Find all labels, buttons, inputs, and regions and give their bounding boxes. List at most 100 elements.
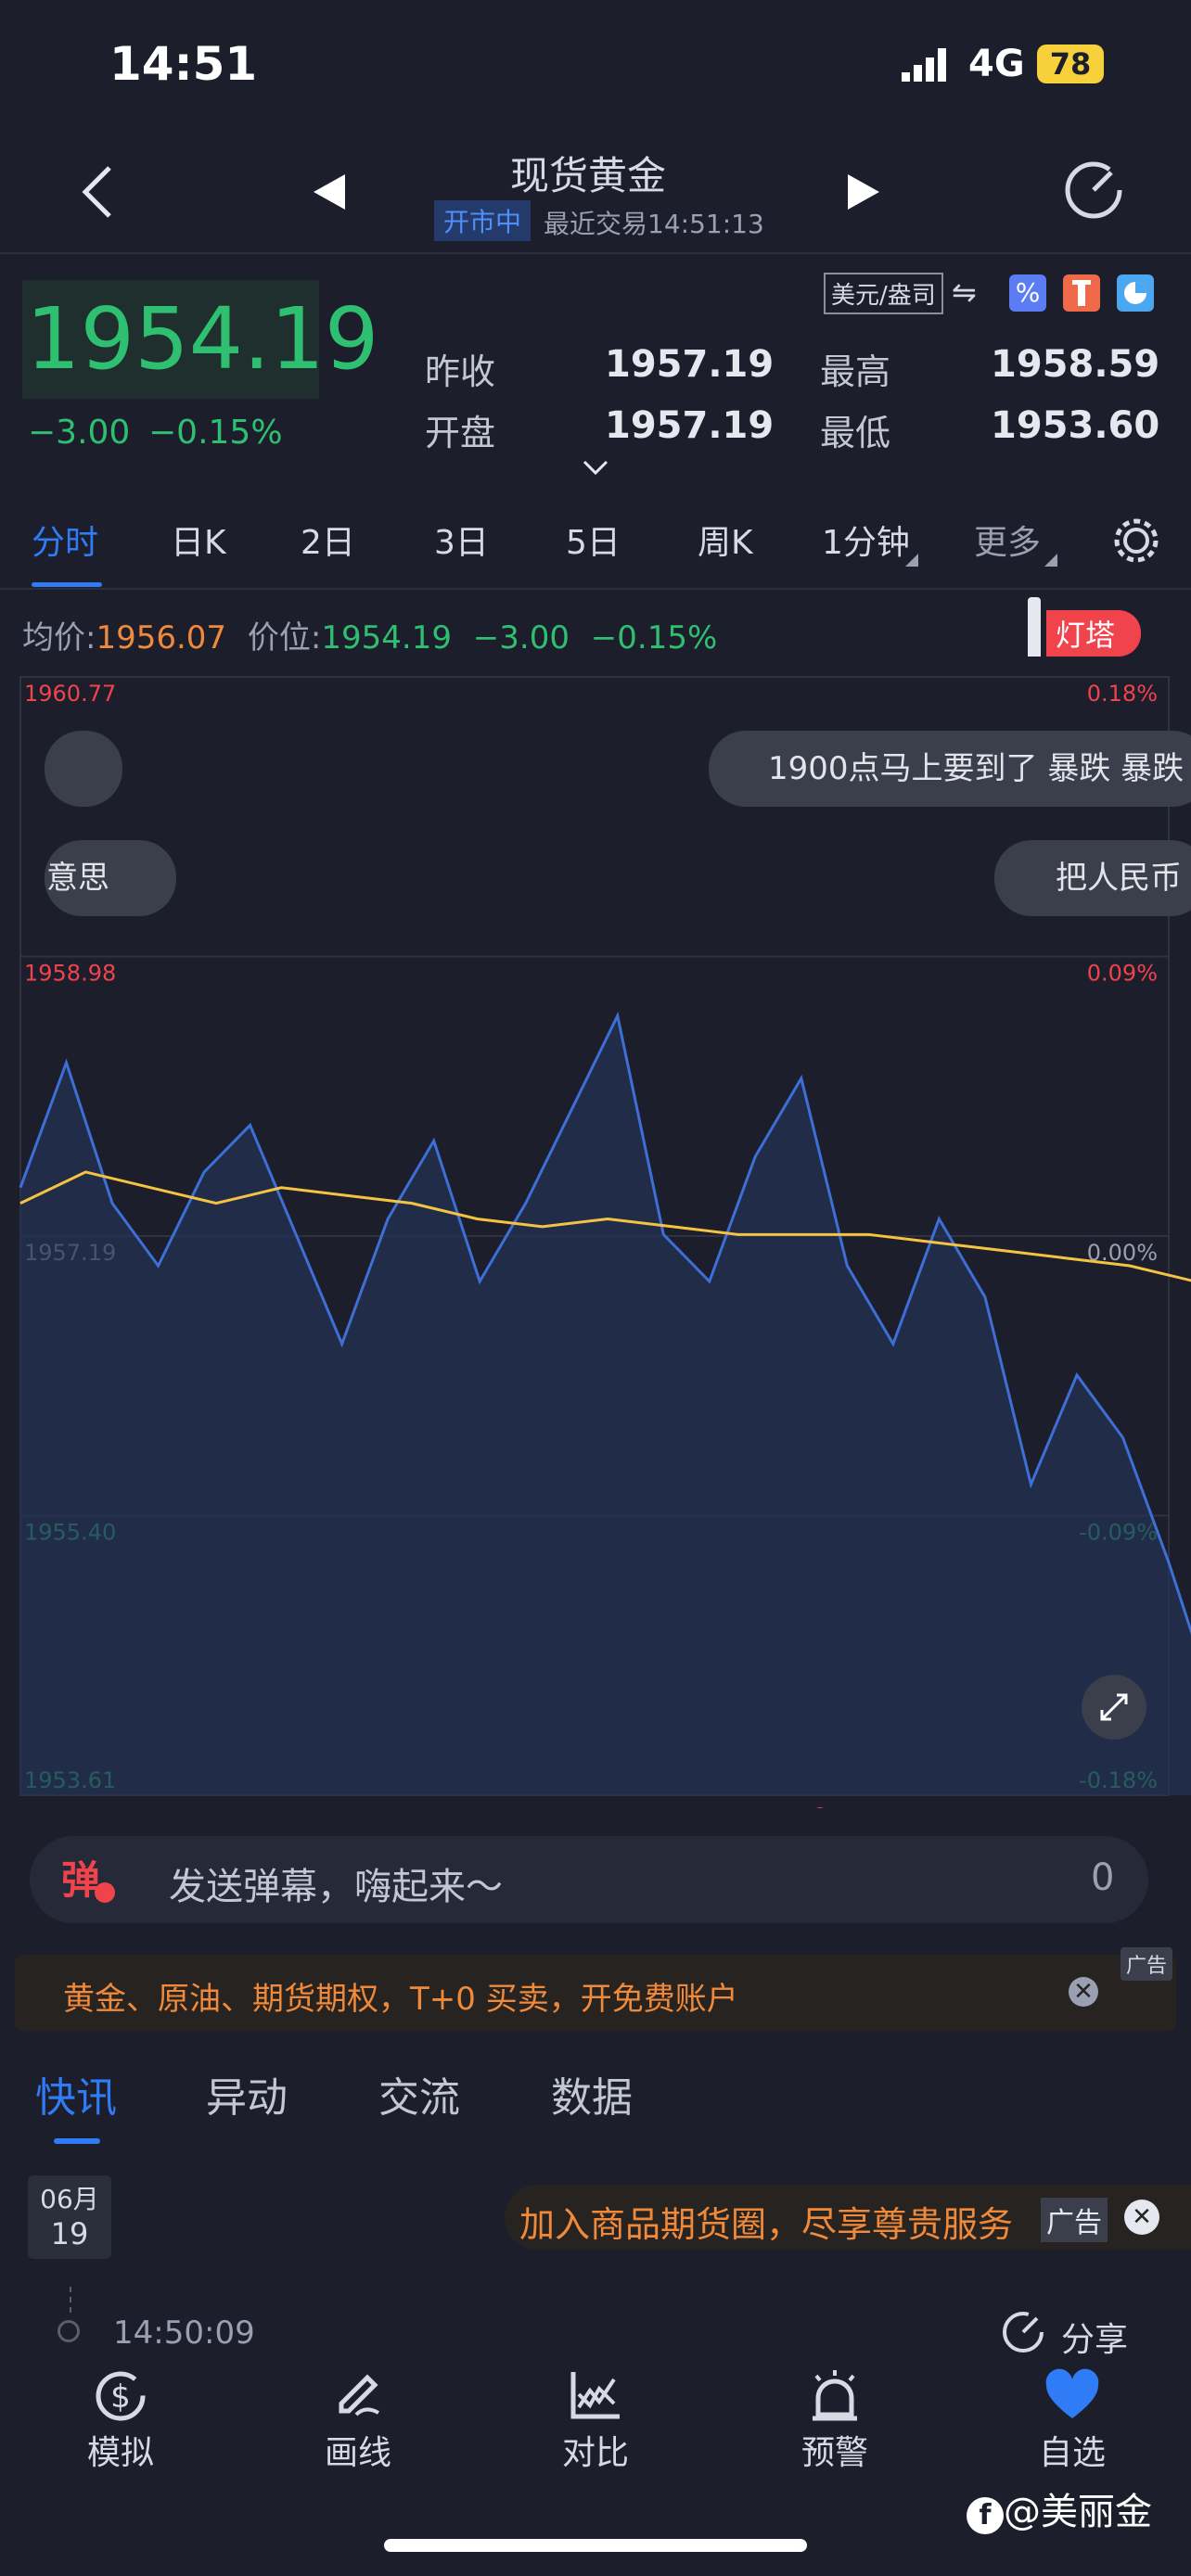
nav-draw-line-label: 画线 xyxy=(324,2434,391,2472)
market-status-badge: 开市中 xyxy=(434,200,531,241)
news-ad-close-icon[interactable]: ✕ xyxy=(1124,2200,1159,2235)
low-label: 最低 xyxy=(820,413,891,453)
svg-text:$: $ xyxy=(110,2378,131,2416)
prev-instrument-icon[interactable] xyxy=(312,172,349,211)
low-value: 1953.60 xyxy=(991,404,1160,447)
open-label: 开盘 xyxy=(425,413,496,453)
nav-draw-line[interactable]: 画线 xyxy=(293,2366,423,2474)
refresh-icon[interactable] xyxy=(1063,159,1124,221)
y-tick-label-right: 0.18% xyxy=(1087,681,1158,707)
danmaku-count: 0 xyxy=(1091,1856,1115,1899)
pen-icon xyxy=(339,2374,379,2417)
tab-intraday[interactable]: 分时 xyxy=(32,516,98,564)
news-tab-indicator xyxy=(54,2138,100,2144)
news-date-day: 19 xyxy=(50,2216,89,2251)
alarm-icon xyxy=(813,2370,857,2421)
nav-alert-label: 预警 xyxy=(800,2434,868,2472)
high-label: 最高 xyxy=(820,351,891,392)
y-tick-label-left: 1958.98 xyxy=(24,961,116,987)
news-tab-discussion[interactable]: 交流 xyxy=(378,2064,460,2123)
news-tab-data[interactable]: 数据 xyxy=(551,2064,633,2123)
nav-watchlist[interactable]: 自选 xyxy=(1007,2366,1137,2474)
nav-alert[interactable]: 预警 xyxy=(770,2366,900,2474)
y-tick-label-right: 0.09% xyxy=(1087,961,1158,987)
prev-close-label: 昨收 xyxy=(425,351,496,392)
tab-active-indicator xyxy=(32,582,102,587)
next-instrument-icon[interactable] xyxy=(844,172,881,211)
lighthouse-badge[interactable]: 灯塔 xyxy=(1028,597,1145,662)
tab-5day[interactable]: 5日 xyxy=(566,516,621,564)
ad-banner[interactable]: 黄金、原油、期货期权，T+0 买卖，开免费账户 ✕ 广告 xyxy=(15,1947,1176,2031)
nav-simulate[interactable]: $ 模拟 xyxy=(56,2366,186,2474)
lighthouse-tool-icon[interactable] xyxy=(1063,274,1100,312)
period-tabs: 分时 日K 2日 3日 5日 周K 1分钟 更多 xyxy=(0,516,1191,590)
last-trade-time: 最近交易14:51:13 xyxy=(544,209,764,239)
danmaku-bubble xyxy=(45,731,122,807)
open-value: 1957.19 xyxy=(605,404,775,447)
tab-more[interactable]: 更多 xyxy=(974,516,1041,564)
expand-arrows-icon xyxy=(1100,1693,1128,1721)
news-ad-text: 加入商品期货圈，尽享尊贵服务 xyxy=(519,2204,1014,2245)
news-ad-row[interactable]: 加入商品期货圈，尽享尊贵服务 广告 ✕ xyxy=(505,2185,1191,2250)
compare-chart-icon xyxy=(570,2372,620,2419)
heart-check-icon xyxy=(95,1882,115,1903)
news-tab-flash[interactable]: 快讯 xyxy=(35,2064,117,2123)
nav-compare-label: 对比 xyxy=(561,2434,629,2472)
avg-price-label: 均价: xyxy=(22,619,96,657)
event-marker-dot xyxy=(813,1807,826,1820)
tab-3day[interactable]: 3日 xyxy=(434,516,489,564)
expand-quote-chevron-icon[interactable] xyxy=(581,458,610,477)
price-area xyxy=(20,1015,1191,1795)
ad-tag: 广告 xyxy=(1121,1947,1173,1981)
pie-tool-icon[interactable] xyxy=(1117,274,1154,312)
news-time: 14:50:09 xyxy=(113,2315,255,2352)
network-label: 4G xyxy=(968,43,1025,85)
intraday-chart[interactable]: 1960.771958.981957.191955.401953.610.18%… xyxy=(0,668,1191,1844)
share-icon[interactable] xyxy=(1000,2309,1046,2355)
danmaku-bubble: 1900点马上要到了 暴跌 暴跌 xyxy=(709,731,1191,807)
status-time: 14:51 xyxy=(109,37,258,91)
currency-unit-selector[interactable]: 美元/盎司 xyxy=(824,273,943,314)
nav-compare[interactable]: 对比 xyxy=(531,2366,660,2474)
fullscreen-button[interactable] xyxy=(1082,1675,1146,1740)
share-label[interactable]: 分享 xyxy=(1061,2313,1128,2361)
danmaku-bubble: 把人民币 xyxy=(994,840,1191,916)
tab-weekly-k[interactable]: 周K xyxy=(698,516,753,564)
timeline-line xyxy=(70,2287,73,2313)
settings-gear-icon[interactable] xyxy=(1111,516,1161,566)
price-label: 价位: xyxy=(247,619,322,657)
high-value: 1958.59 xyxy=(991,343,1160,386)
bottom-nav: $ 模拟 画线 对比 预警 自选 xyxy=(0,2366,1191,2487)
tab-1min[interactable]: 1分钟 xyxy=(822,516,910,564)
weibo-logo-icon: f xyxy=(967,2497,1004,2534)
danmaku-badge: 弹 xyxy=(61,1857,101,1903)
lighthouse-icon xyxy=(1028,597,1041,657)
dropdown-corner-icon xyxy=(905,553,918,567)
price-change: −3.00 xyxy=(28,414,131,452)
battery-badge: 78 xyxy=(1037,45,1104,83)
home-indicator xyxy=(384,2539,807,2552)
watermark-text: @美丽金 xyxy=(1004,2491,1152,2533)
lighthouse-label: 灯塔 xyxy=(1046,610,1142,657)
percent-tool-icon[interactable]: % xyxy=(1009,274,1046,312)
ad-close-icon[interactable]: ✕ xyxy=(1069,1977,1098,2007)
tab-daily-k[interactable]: 日K xyxy=(171,516,226,564)
danmaku-placeholder: 发送弹幕，嗨起来～ xyxy=(169,1866,503,1908)
y-tick-label-left: 1960.77 xyxy=(24,681,116,707)
ad-banner-text: 黄金、原油、期货期权，T+0 买卖，开免费账户 xyxy=(63,1981,738,2018)
nav-simulate-label: 模拟 xyxy=(86,2434,154,2472)
last-price: 1954.19 xyxy=(26,289,379,389)
back-chevron-icon[interactable] xyxy=(78,162,115,222)
nav-watchlist-label: 自选 xyxy=(1038,2434,1106,2472)
danmaku-input-bar[interactable]: 弹 发送弹幕，嗨起来～ 0 xyxy=(30,1836,1148,1923)
tab-2day[interactable]: 2日 xyxy=(301,516,355,564)
tabs-divider xyxy=(0,588,1191,590)
chart-canvas: 1960.771958.981957.191955.401953.610.18%… xyxy=(19,676,1191,1844)
news-tab-movement[interactable]: 异动 xyxy=(206,2064,288,2123)
info-change: −3.00 xyxy=(472,619,570,657)
price-value: 1954.19 xyxy=(321,619,452,657)
dollar-sync-icon: $ xyxy=(96,2371,146,2421)
signal-icon xyxy=(902,48,955,82)
news-ad-tag: 广告 xyxy=(1041,2198,1108,2242)
swap-arrows-icon[interactable]: ⇋ xyxy=(952,274,977,310)
